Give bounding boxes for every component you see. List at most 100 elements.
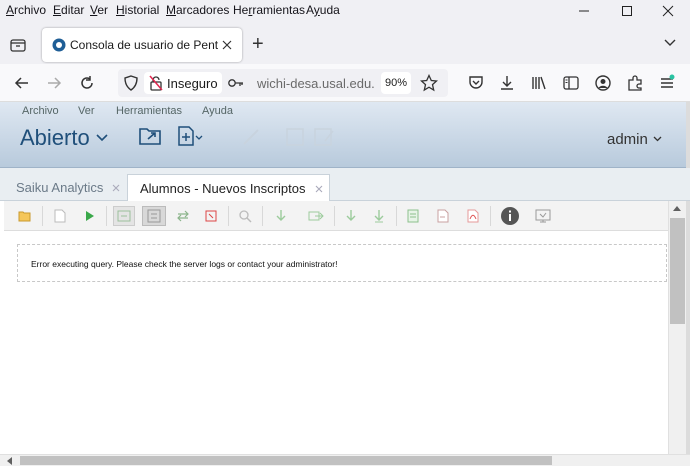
reload-button[interactable]: [77, 73, 97, 93]
tab-list-button[interactable]: [8, 35, 28, 55]
minimize-button[interactable]: [566, 0, 602, 22]
save-as-icon: [314, 128, 334, 146]
export-drillthrough-button[interactable]: [306, 206, 326, 226]
key-icon[interactable]: [228, 77, 244, 89]
security-indicator[interactable]: Inseguro: [144, 72, 222, 94]
pentaho-menu-ver[interactable]: Ver: [78, 105, 95, 117]
library-icon[interactable]: [530, 74, 548, 92]
non-empty-icon: [205, 210, 217, 222]
swap-axes-button[interactable]: [174, 206, 192, 226]
new-query-button[interactable]: [51, 206, 69, 226]
drillthrough-button[interactable]: [272, 206, 290, 226]
info-icon: [501, 207, 519, 225]
pentaho-menu-ayuda[interactable]: Ayuda: [202, 105, 233, 117]
export-drillthrough-icon: [308, 211, 324, 221]
bookmark-star-icon[interactable]: [420, 74, 438, 92]
reload-icon: [81, 76, 93, 89]
close-window-button[interactable]: [650, 0, 686, 22]
toolbar-separator: [42, 206, 43, 226]
window-frame-edge: [686, 102, 690, 466]
downloads-icon[interactable]: [498, 74, 516, 92]
tracking-protection-shield-icon[interactable]: [123, 75, 139, 91]
close-icon: [662, 5, 674, 17]
info-button[interactable]: [500, 206, 520, 226]
back-arrow-icon: [14, 77, 28, 89]
menu-archivo[interactable]: Archivo: [6, 3, 46, 17]
forward-button[interactable]: [44, 73, 64, 93]
saiku-toolbar: [4, 201, 668, 231]
menu-herramientas[interactable]: Herramientas: [233, 3, 305, 17]
new-file-icon[interactable]: [176, 125, 204, 147]
pocket-icon[interactable]: [467, 74, 485, 92]
drill-down-button[interactable]: [342, 206, 360, 226]
toggle-fields-button[interactable]: [142, 206, 166, 226]
close-tab-icon[interactable]: [222, 40, 232, 50]
open-query-button[interactable]: [16, 206, 34, 226]
export-csv-icon: [437, 209, 449, 223]
toolbar-separator: [262, 206, 263, 226]
maximize-icon: [622, 6, 632, 16]
export-csv-button[interactable]: [434, 206, 452, 226]
forward-arrow-icon: [48, 77, 62, 89]
zoom-mode-icon: [239, 210, 252, 223]
menu-marcadores[interactable]: Marcadores: [166, 3, 229, 17]
run-query-button[interactable]: [80, 206, 98, 226]
user-menu[interactable]: admin: [607, 130, 662, 148]
save-icon: [286, 128, 304, 146]
app-menu-icon[interactable]: [658, 74, 676, 92]
open-query-icon: [18, 211, 31, 222]
toolbar-separator: [228, 206, 229, 226]
pentaho-menu-herramientas[interactable]: Herramientas: [116, 105, 182, 117]
export-pdf-button[interactable]: [464, 206, 482, 226]
new-query-icon: [54, 209, 66, 223]
scroll-left-arrow-icon[interactable]: [6, 457, 12, 465]
security-label: Inseguro: [167, 76, 218, 91]
insecure-lock-icon: [149, 75, 163, 91]
pentaho-menu-archivo[interactable]: Archivo: [22, 105, 59, 117]
account-icon[interactable]: [594, 74, 612, 92]
automatic-execution-icon: [117, 210, 131, 222]
new-tab-button[interactable]: +: [252, 33, 264, 56]
menu-editar[interactable]: Editar: [53, 3, 84, 17]
url-text[interactable]: wichi-desa.usal.edu.ar: [257, 76, 375, 91]
toolbar-separator: [106, 206, 107, 226]
user-name: admin: [607, 130, 648, 148]
vertical-scroll-thumb[interactable]: [670, 218, 685, 324]
list-all-tabs-icon[interactable]: [664, 38, 676, 48]
menu-ayuda[interactable]: Ayuda: [306, 3, 340, 17]
doc-tab-alumnos-nuevos-inscriptos[interactable]: Alumnos - Nuevos Inscriptos: [127, 174, 330, 202]
close-tab-icon[interactable]: [315, 185, 323, 193]
doc-tab-saiku-analytics[interactable]: Saiku Analytics: [4, 174, 126, 201]
toolbar-separator: [396, 206, 397, 226]
automatic-execution-button[interactable]: [113, 206, 135, 226]
firefox-view-icon: [10, 39, 26, 52]
menu-ver[interactable]: Ver: [90, 3, 108, 17]
zoom-level-button[interactable]: 90%: [381, 72, 411, 94]
switch-render-button[interactable]: [533, 206, 553, 226]
sidebar-icon[interactable]: [562, 74, 580, 92]
export-xls-icon: [407, 209, 419, 223]
open-folder-icon[interactable]: [138, 125, 164, 147]
minimize-icon: [579, 10, 589, 12]
drill-across-button[interactable]: [370, 206, 388, 226]
browser-tab-pentaho[interactable]: Consola de usuario de Pentaho: [42, 28, 242, 62]
toggle-fields-icon: [147, 209, 161, 223]
perspective-selector[interactable]: Abierto: [20, 124, 108, 152]
chevron-down-icon: [96, 134, 108, 142]
pentaho-favicon-icon: [52, 38, 66, 52]
menu-bar: Archivo Editar Ver Historial Marcadores …: [0, 0, 690, 22]
edit-pencil-icon: [243, 129, 259, 145]
close-tab-icon[interactable]: [112, 184, 120, 192]
horizontal-scroll-thumb[interactable]: [20, 456, 552, 465]
run-query-icon: [86, 211, 94, 221]
extensions-puzzle-icon[interactable]: [626, 74, 644, 92]
scroll-up-arrow-icon[interactable]: [673, 205, 681, 211]
maximize-button[interactable]: [609, 0, 645, 22]
non-empty-button[interactable]: [202, 206, 220, 226]
back-button[interactable]: [12, 73, 32, 93]
drill-down-icon: [346, 210, 356, 221]
perspective-label: Abierto: [20, 125, 90, 150]
menu-historial[interactable]: Historial: [116, 3, 159, 17]
export-xls-button[interactable]: [404, 206, 422, 226]
zoom-mode-button[interactable]: [236, 206, 254, 226]
